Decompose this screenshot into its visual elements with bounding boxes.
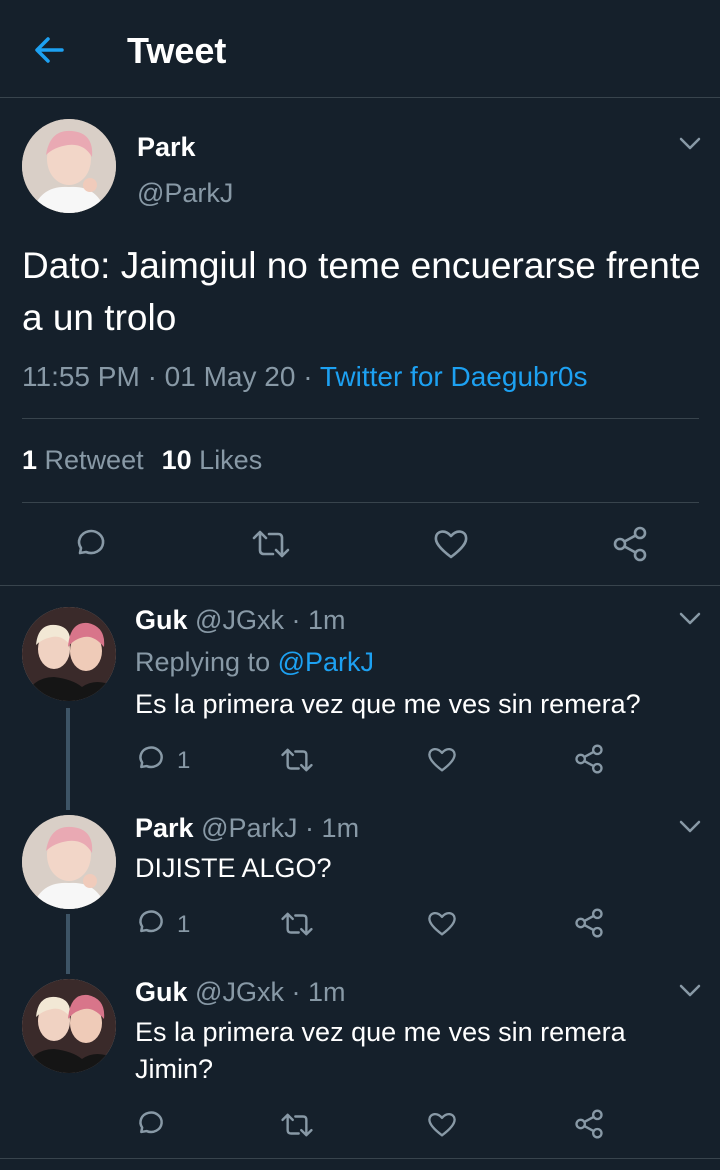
reply-count: 1	[177, 911, 191, 938]
like-button[interactable]	[427, 1111, 457, 1143]
retweet-icon	[281, 748, 313, 772]
reply-icon	[77, 529, 105, 555]
reply-author-handle[interactable]: @ParkJ	[201, 813, 297, 843]
chevron-down-icon	[679, 984, 701, 997]
share-icon	[575, 1109, 603, 1139]
retweets-count: 1	[22, 445, 38, 475]
reply-author-name[interactable]: Guk	[135, 977, 188, 1007]
divider	[0, 585, 720, 586]
reply-author-handle[interactable]: @JGxk	[195, 605, 284, 635]
tweet-stats: 1 Retweet 10 Likes	[22, 445, 262, 476]
divider	[0, 1158, 720, 1159]
reply-header: Park @ParkJ · 1m	[135, 813, 359, 844]
reply-button[interactable]	[74, 527, 108, 566]
reply-header: Guk @JGxk · 1m	[135, 977, 346, 1008]
divider	[22, 502, 699, 503]
back-button[interactable]	[30, 32, 70, 68]
meta-separator: ·	[291, 605, 301, 635]
share-button[interactable]	[574, 1109, 604, 1144]
retweet-button[interactable]	[280, 746, 314, 779]
top-bar: Tweet	[0, 0, 720, 98]
back-arrow-icon	[35, 37, 64, 63]
share-icon	[575, 908, 603, 938]
share-button[interactable]	[612, 526, 648, 567]
share-button[interactable]	[574, 744, 604, 779]
likes-count: 10	[161, 445, 192, 475]
like-icon	[428, 912, 456, 936]
retweet-button[interactable]	[251, 528, 291, 565]
likes-stat[interactable]: 10 Likes	[162, 445, 263, 475]
tweet-meta: 11:55 PM · 01 May 20 · Twitter for Daegu…	[22, 361, 587, 393]
replying-to-label: Replying to	[135, 647, 271, 677]
meta-separator: ·	[305, 813, 315, 843]
reply-time: 1m	[307, 605, 346, 635]
retweet-icon	[252, 530, 290, 558]
tweet-date: 01 May 20	[164, 361, 296, 392]
retweet-button[interactable]	[280, 910, 314, 943]
reply-icon	[139, 1111, 163, 1134]
reply-text-line: Jimin?	[135, 1054, 214, 1084]
reply-author-handle[interactable]: @JGxk	[195, 977, 284, 1007]
reply-header: Guk @JGxk · 1m	[135, 605, 346, 636]
replying-to: Replying to @ParkJ	[135, 647, 374, 678]
divider	[22, 418, 699, 419]
avatar[interactable]	[22, 119, 116, 213]
replying-to-mention[interactable]: @ParkJ	[278, 647, 374, 677]
retweets-stat[interactable]: 1 Retweet	[22, 445, 144, 475]
reply-author-name[interactable]: Guk	[135, 605, 188, 635]
thread-line	[66, 708, 70, 810]
like-icon	[428, 1113, 456, 1137]
reply-text: Es la primera vez que me ves sin remera?	[135, 689, 641, 719]
reply-button[interactable]	[136, 908, 166, 943]
reply-button[interactable]	[136, 744, 166, 779]
share-button[interactable]	[574, 908, 604, 943]
retweet-icon	[281, 1113, 313, 1137]
reply-text: DIJISTE ALGO?	[135, 853, 332, 883]
tweet-menu-button[interactable]	[679, 137, 701, 151]
tweet-menu-button[interactable]	[679, 612, 701, 626]
reply-count: 1	[177, 747, 191, 774]
chevron-down-icon	[679, 137, 701, 150]
reply-icon	[139, 746, 163, 769]
reply-text-line: Es la primera vez que me ves sin remera	[135, 1017, 626, 1047]
author-name[interactable]: Park	[137, 132, 196, 163]
like-button[interactable]	[433, 528, 469, 565]
avatar[interactable]	[22, 979, 116, 1073]
meta-separator: ·	[303, 361, 313, 392]
avatar[interactable]	[22, 607, 116, 701]
reply-icon	[139, 910, 163, 933]
retweet-icon	[281, 912, 313, 936]
reply-time: 1m	[307, 977, 346, 1007]
page-title: Tweet	[127, 30, 227, 71]
share-icon	[575, 744, 603, 774]
like-button[interactable]	[427, 910, 457, 942]
like-icon	[428, 748, 456, 772]
retweets-label: Retweet	[44, 445, 144, 475]
meta-separator: ·	[291, 977, 301, 1007]
meta-separator: ·	[147, 361, 157, 392]
chevron-down-icon	[679, 612, 701, 625]
thread-line	[66, 914, 70, 974]
share-icon	[613, 526, 647, 562]
retweet-button[interactable]	[280, 1111, 314, 1144]
tweet-menu-button[interactable]	[679, 820, 701, 834]
avatar[interactable]	[22, 815, 116, 909]
chevron-down-icon	[679, 820, 701, 833]
tweet-menu-button[interactable]	[679, 984, 701, 998]
tweet-time: 11:55 PM	[22, 361, 140, 392]
reply-author-name[interactable]: Park	[135, 813, 194, 843]
like-button[interactable]	[427, 746, 457, 778]
tweet-text: Dato: Jaimgiul no teme encuerarse frente…	[22, 245, 701, 338]
reply-button[interactable]	[136, 1109, 166, 1144]
author-handle[interactable]: @ParkJ	[137, 178, 233, 209]
reply-time: 1m	[321, 813, 360, 843]
likes-label: Likes	[199, 445, 263, 475]
like-icon	[434, 530, 468, 559]
tweet-source-link[interactable]: Twitter for Daegubr0s	[320, 361, 588, 392]
